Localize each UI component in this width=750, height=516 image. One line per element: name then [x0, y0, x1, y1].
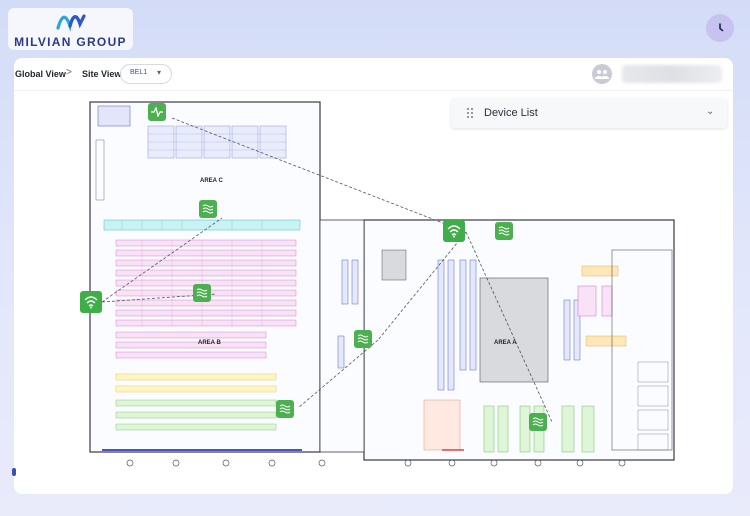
breadcrumb-global[interactable]: Global View [15, 69, 66, 79]
device-marker-wave[interactable] [354, 330, 372, 348]
device-marker-wifi[interactable] [80, 291, 102, 313]
wave-sensor-icon [532, 417, 544, 427]
device-marker-pulse[interactable] [148, 103, 166, 121]
chevron-down-icon: ▾ [157, 68, 162, 77]
device-marker-wave[interactable] [529, 413, 547, 431]
area-c-label: AREA C [200, 178, 223, 184]
wifi-icon [84, 296, 98, 309]
user-group-icon [595, 70, 609, 79]
clock-icon [719, 23, 724, 32]
site-select[interactable]: BEL1 ▾ [120, 64, 172, 84]
wifi-icon [447, 225, 461, 238]
floorplan-map[interactable]: AREA C AREA B AREA A [82, 100, 682, 470]
wave-sensor-icon [498, 226, 510, 236]
sidebar-indicator [12, 468, 16, 476]
main-panel: Global View > Site View: BEL1 ▾ AREA C A… [14, 58, 733, 494]
area-b-label: AREA B [198, 340, 221, 346]
breadcrumb-separator: > [66, 67, 72, 78]
device-marker-wifi[interactable] [443, 220, 465, 242]
top-bar: Global View > Site View: BEL1 ▾ [14, 58, 733, 91]
chevron-down-icon[interactable]: ⌄ [706, 106, 714, 117]
breadcrumb-site-label: Site View: [82, 69, 125, 79]
wave-sensor-icon [357, 334, 369, 344]
wave-sensor-icon [196, 288, 208, 298]
device-marker-wave[interactable] [193, 284, 211, 302]
drag-handle-icon[interactable] [466, 107, 474, 119]
logo: MILVIAN GROUP [8, 8, 133, 50]
device-list-title: Device List [484, 107, 538, 119]
device-list-panel[interactable]: Device List ⌄ [451, 98, 727, 128]
device-marker-wave[interactable] [495, 222, 513, 240]
wave-sensor-icon [279, 404, 291, 414]
device-marker-wave[interactable] [199, 200, 217, 218]
area-a-label: AREA A [494, 340, 517, 346]
pulse-icon [151, 107, 163, 117]
brand-name: MILVIAN GROUP [14, 35, 127, 49]
device-marker-wave[interactable] [276, 400, 294, 418]
user-avatar[interactable] [592, 64, 612, 84]
wave-sensor-icon [202, 204, 214, 214]
logo-mark-icon [56, 14, 86, 32]
user-name-redacted [622, 65, 722, 83]
site-select-value: BEL1 [130, 69, 148, 76]
clock-button[interactable] [706, 14, 734, 42]
